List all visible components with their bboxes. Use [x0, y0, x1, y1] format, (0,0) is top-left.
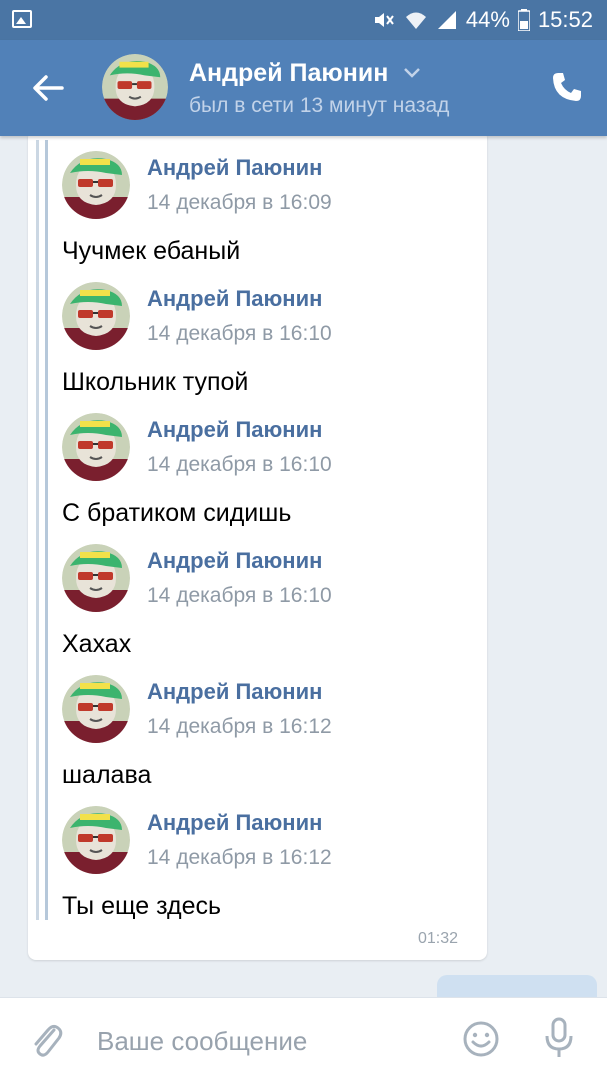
author-avatar[interactable] — [62, 282, 130, 350]
author-avatar[interactable] — [62, 675, 130, 743]
phone-icon[interactable] — [550, 70, 584, 104]
message-text: Ты еще здесь — [62, 892, 222, 920]
quote-bar-inner — [45, 140, 48, 920]
gallery-icon — [12, 10, 32, 28]
composer-bar: Ваше сообщение — [0, 997, 607, 1080]
author-name[interactable]: Андрей Паюнин — [147, 155, 322, 181]
message-date: 14 декабря в 16:10 — [147, 584, 332, 607]
smile-icon[interactable] — [462, 1020, 500, 1058]
message-text: Школьник тупой — [62, 368, 249, 396]
author-name[interactable]: Андрей Паюнин — [147, 286, 322, 312]
forwarded-message: Андрей Паюнин 14 декабря в 16:09 Чучмек … — [62, 151, 472, 282]
message-text: С братиком сидишь — [62, 499, 292, 527]
message-date: 14 декабря в 16:12 — [147, 715, 332, 738]
author-name[interactable]: Андрей Паюнин — [147, 679, 322, 705]
chevron-down-icon[interactable] — [402, 66, 422, 80]
message-text: Чучмек ебаный — [62, 237, 241, 265]
signal-icon — [437, 11, 456, 29]
author-avatar[interactable] — [62, 413, 130, 481]
contact-avatar[interactable] — [102, 54, 168, 120]
author-avatar[interactable] — [62, 806, 130, 874]
mic-icon[interactable] — [540, 1016, 578, 1060]
message-input[interactable]: Ваше сообщение — [97, 1026, 307, 1057]
author-name[interactable]: Андрей Паюнин — [147, 417, 322, 443]
message-text: Хахах — [62, 630, 132, 658]
author-name[interactable]: Андрей Паюнин — [147, 810, 322, 836]
quote-bar — [36, 140, 39, 920]
author-name[interactable]: Андрей Паюнин — [147, 548, 322, 574]
author-avatar[interactable] — [62, 151, 130, 219]
message-text: шалава — [62, 761, 152, 789]
message-time: 01:32 — [418, 930, 459, 947]
battery-icon — [517, 9, 530, 31]
author-avatar[interactable] — [62, 544, 130, 612]
forwarded-message: Андрей Паюнин 14 декабря в 16:10 С брати… — [62, 413, 472, 544]
forwarded-message: Андрей Паюнин 14 декабря в 16:10 Хахах — [62, 544, 472, 675]
message-date: 14 декабря в 16:10 — [147, 453, 332, 476]
wifi-icon — [405, 12, 426, 29]
mute-icon — [374, 13, 394, 27]
battery-percent: 44% — [465, 7, 510, 32]
message-date: 14 декабря в 16:09 — [147, 191, 332, 214]
back-arrow-icon[interactable] — [30, 70, 66, 106]
message-date: 14 декабря в 16:10 — [147, 322, 332, 345]
clock: 15:52 — [537, 7, 593, 32]
forwarded-message: Андрей Паюнин 14 декабря в 16:10 Школьни… — [62, 282, 472, 413]
forwarded-message: Андрей Паюнин 14 декабря в 16:12 шалава — [62, 675, 472, 806]
attach-icon[interactable] — [28, 1020, 64, 1060]
status-bar: 44% 15:52 — [0, 0, 607, 40]
chat-header: Андрей Паюнин был в сети 13 минут назад — [0, 40, 607, 136]
last-seen-status: был в сети 13 минут назад — [189, 94, 450, 117]
message-date: 14 декабря в 16:12 — [147, 846, 332, 869]
contact-name[interactable]: Андрей Паюнин — [189, 59, 388, 88]
forwarded-message: Андрей Паюнин 14 декабря в 16:12 Ты еще … — [62, 806, 472, 937]
